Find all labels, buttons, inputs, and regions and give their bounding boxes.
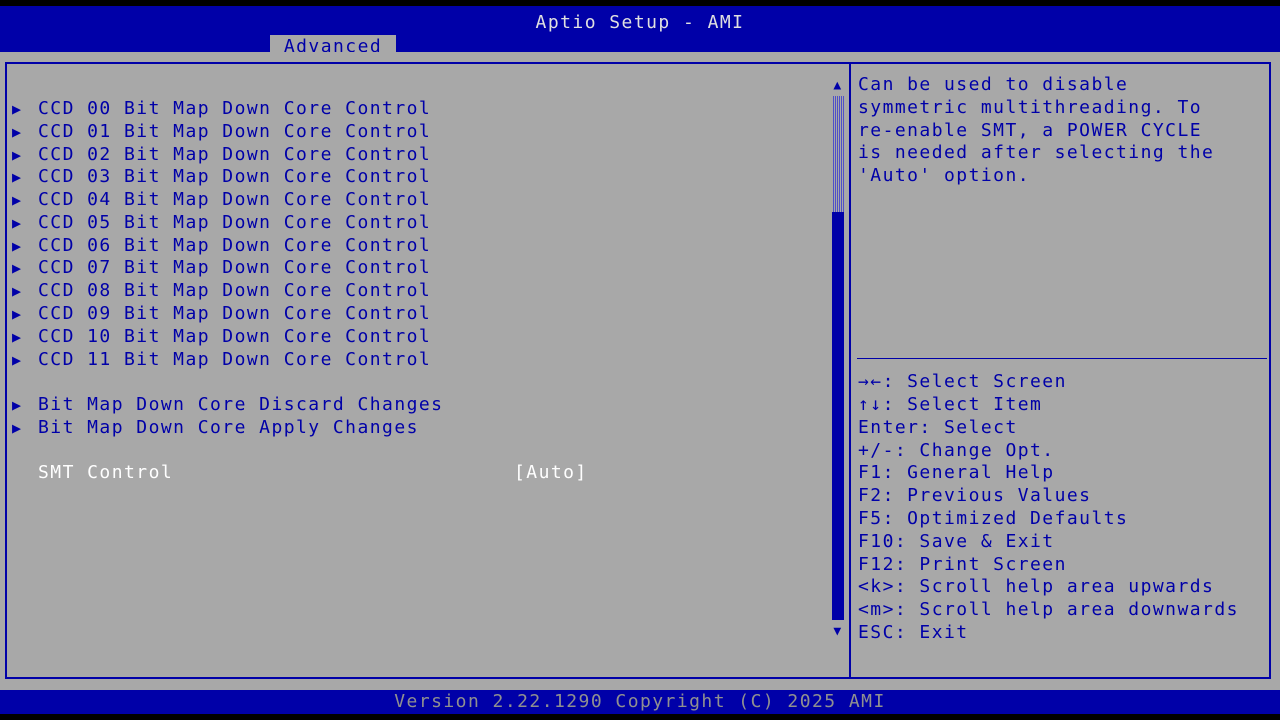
apply-changes-item[interactable]: ▶ Bit Map Down Core Apply Changes bbox=[12, 417, 419, 439]
submenu-arrow-icon: ▶ bbox=[12, 259, 23, 277]
key-help-scroll-up: <k>: Scroll help area upwards bbox=[858, 576, 1215, 597]
menu-item-label: CCD 09 Bit Map Down Core Control bbox=[38, 303, 432, 324]
key-help-previous-values: F2: Previous Values bbox=[858, 485, 1092, 506]
title-bar: Aptio Setup - AMI Advanced bbox=[0, 6, 1280, 58]
help-divider bbox=[857, 358, 1267, 359]
scroll-down-icon[interactable]: ▼ bbox=[830, 624, 846, 640]
menu-item-label: CCD 11 Bit Map Down Core Control bbox=[38, 349, 432, 370]
submenu-arrow-icon: ▶ bbox=[12, 237, 23, 255]
help-line: Can be used to disable bbox=[858, 74, 1129, 95]
menu-item-ccd-08[interactable]: ▶ CCD 08 Bit Map Down Core Control bbox=[12, 280, 431, 302]
menu-item-label: CCD 04 Bit Map Down Core Control bbox=[38, 189, 432, 210]
submenu-arrow-icon: ▶ bbox=[12, 305, 23, 323]
menu-item-label: CCD 08 Bit Map Down Core Control bbox=[38, 280, 432, 301]
submenu-arrow-icon: ▶ bbox=[12, 146, 23, 164]
menu-item-ccd-11[interactable]: ▶ CCD 11 Bit Map Down Core Control bbox=[12, 349, 431, 371]
submenu-arrow-icon: ▶ bbox=[12, 419, 23, 437]
help-line: symmetric multithreading. To bbox=[858, 96, 1203, 118]
key-help-select-screen: →←: Select Screen bbox=[858, 371, 1067, 392]
menu-item-ccd-04[interactable]: ▶ CCD 04 Bit Map Down Core Control bbox=[12, 189, 431, 211]
submenu-arrow-icon: ▶ bbox=[12, 214, 23, 232]
help-line: is needed after selecting the bbox=[858, 142, 1215, 164]
setting-value[interactable]: [Auto] bbox=[514, 462, 588, 484]
key-help-change-opt: +/-: Change Opt. bbox=[858, 440, 1055, 461]
menu-item-ccd-05[interactable]: ▶ CCD 05 Bit Map Down Core Control bbox=[12, 212, 431, 234]
key-help-print-screen: F12: Print Screen bbox=[858, 554, 1067, 575]
menu-item-label: CCD 06 Bit Map Down Core Control bbox=[38, 235, 432, 256]
menu-item-ccd-02[interactable]: ▶ CCD 02 Bit Map Down Core Control bbox=[12, 144, 431, 166]
submenu-arrow-icon: ▶ bbox=[12, 123, 23, 141]
key-help-save-exit: F10: Save & Exit bbox=[858, 531, 1055, 552]
menu-item-label: CCD 05 Bit Map Down Core Control bbox=[38, 212, 432, 233]
help-line: re-enable SMT, a POWER CYCLE bbox=[858, 119, 1203, 141]
menu-item-label: Bit Map Down Core Apply Changes bbox=[38, 417, 419, 438]
submenu-arrow-icon: ▶ bbox=[12, 168, 23, 186]
scrollbar-thumb[interactable] bbox=[832, 96, 844, 212]
submenu-arrow-icon: ▶ bbox=[12, 328, 23, 346]
menu-item-label: CCD 07 Bit Map Down Core Control bbox=[38, 257, 432, 278]
menu-item-label: CCD 00 Bit Map Down Core Control bbox=[38, 98, 432, 119]
submenu-arrow-icon: ▶ bbox=[12, 100, 23, 118]
menu-item-ccd-00[interactable]: ▶ CCD 00 Bit Map Down Core Control bbox=[12, 98, 431, 120]
menu-item-ccd-03[interactable]: ▶ CCD 03 Bit Map Down Core Control bbox=[12, 166, 431, 188]
key-help-enter: Enter: Select bbox=[858, 417, 1018, 438]
scrollbar[interactable] bbox=[832, 96, 844, 620]
submenu-arrow-icon: ▶ bbox=[12, 351, 23, 369]
menu-item-label: CCD 10 Bit Map Down Core Control bbox=[38, 326, 432, 347]
menu-item-ccd-01[interactable]: ▶ CCD 01 Bit Map Down Core Control bbox=[12, 121, 431, 143]
help-description: Can be used to disable symmetric multithr… bbox=[858, 74, 1268, 188]
window-title: Aptio Setup - AMI bbox=[535, 12, 745, 33]
key-help-scroll-down: <m>: Scroll help area downwards bbox=[858, 599, 1239, 620]
main-panel: ▶ CCD 00 Bit Map Down Core Control ▶ CCD 0… bbox=[0, 52, 1280, 690]
menu-item-ccd-09[interactable]: ▶ CCD 09 Bit Map Down Core Control bbox=[12, 303, 431, 325]
menu-item-label: CCD 01 Bit Map Down Core Control bbox=[38, 121, 432, 142]
menu-item-label: CCD 02 Bit Map Down Core Control bbox=[38, 144, 432, 165]
key-help-optimized-defaults: F5: Optimized Defaults bbox=[858, 508, 1129, 529]
footer-bar: Version 2.22.1290 Copyright (C) 2025 AMI bbox=[0, 690, 1280, 714]
key-help-general-help: F1: General Help bbox=[858, 462, 1055, 483]
key-help-select-item: ↑↓: Select Item bbox=[858, 394, 1043, 415]
menu-item-ccd-07[interactable]: ▶ CCD 07 Bit Map Down Core Control bbox=[12, 257, 431, 279]
submenu-arrow-icon: ▶ bbox=[12, 396, 23, 414]
setting-label: SMT Control bbox=[38, 462, 174, 483]
menu-item-label: Bit Map Down Core Discard Changes bbox=[38, 394, 444, 415]
discard-changes-item[interactable]: ▶ Bit Map Down Core Discard Changes bbox=[12, 394, 443, 416]
menu-item-label: CCD 03 Bit Map Down Core Control bbox=[38, 166, 432, 187]
version-text: Version 2.22.1290 Copyright (C) 2025 AMI bbox=[394, 691, 886, 712]
menu-item-ccd-06[interactable]: ▶ CCD 06 Bit Map Down Core Control bbox=[12, 235, 431, 257]
vertical-divider bbox=[849, 62, 851, 679]
help-line: 'Auto' option. bbox=[858, 165, 1031, 187]
submenu-arrow-icon: ▶ bbox=[12, 191, 23, 209]
smt-control-setting[interactable]: SMT Control [Auto] bbox=[38, 462, 598, 484]
menu-item-ccd-10[interactable]: ▶ CCD 10 Bit Map Down Core Control bbox=[12, 326, 431, 348]
scroll-up-icon[interactable]: ▲ bbox=[830, 78, 846, 94]
key-help-esc: ESC: Exit bbox=[858, 622, 969, 643]
submenu-arrow-icon: ▶ bbox=[12, 282, 23, 300]
